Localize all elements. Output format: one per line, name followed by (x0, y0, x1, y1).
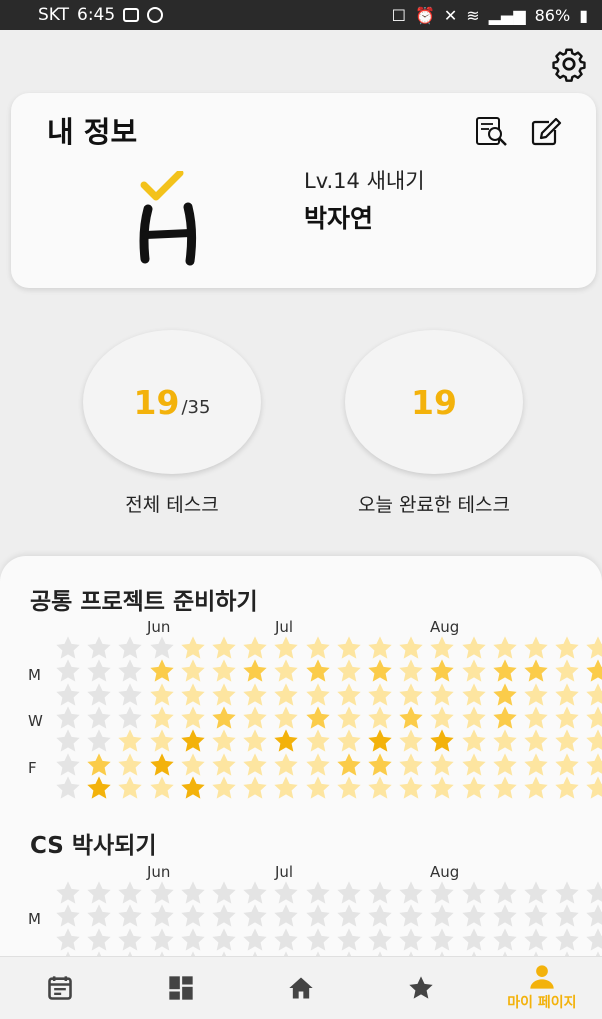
dashboard-icon (168, 976, 193, 1000)
profile-card: 내 정보 Lv.14 새내기 박자연 (11, 93, 596, 288)
search-document-icon (476, 117, 507, 146)
battery-percent: 86% (534, 5, 571, 25)
streak-star (346, 951, 352, 956)
streak-star (524, 776, 548, 799)
streak-star (212, 776, 236, 799)
nav-home[interactable] (241, 957, 361, 1019)
streak-star (56, 776, 80, 799)
nav-dashboard[interactable] (120, 957, 240, 1019)
streak-star (181, 776, 205, 799)
streak-star (315, 951, 320, 956)
streak-star (221, 951, 227, 956)
day-label: M (28, 910, 41, 928)
streak-star (493, 776, 517, 799)
gear-icon (552, 48, 586, 82)
streak-star (243, 776, 267, 799)
streak-star (159, 951, 164, 956)
day-label: F (28, 759, 37, 777)
settings-button[interactable] (549, 44, 589, 84)
nav-favorites[interactable] (361, 957, 481, 1019)
wifi-icon: ≋ (466, 5, 480, 25)
home-icon (289, 977, 313, 999)
dnd-icon (147, 7, 164, 23)
clock: 6:45 (77, 5, 116, 25)
status-bar: SKT 6:45 ☐ ⏰ ✕ ≋ ▂▄▆ 86% ▮ (0, 0, 602, 30)
streak-star (284, 951, 289, 956)
battery-icon: ▮ (579, 5, 588, 25)
streak-star (118, 776, 143, 799)
streak-star (502, 951, 508, 956)
day-label: M (28, 666, 41, 684)
carrier-label: SKT (38, 5, 70, 25)
streak-star (337, 776, 361, 799)
user-name: 박자연 (304, 204, 374, 233)
history-button[interactable] (474, 115, 510, 149)
streak-star (461, 776, 486, 799)
streak-star (274, 776, 299, 799)
streak-star (368, 776, 392, 799)
bottom-nav: 마이 페이지 (0, 956, 602, 1019)
today-task-label: 오늘 완료한 테스크 (358, 494, 510, 516)
streak-star (555, 776, 579, 799)
star-icon (409, 976, 434, 999)
total-task-label: 전체 테스크 (125, 494, 219, 516)
today-task-circle: 19 (345, 330, 523, 474)
card-title: 내 정보 (47, 115, 138, 149)
streak-star (586, 776, 602, 799)
today-task-count: 19 (411, 382, 457, 422)
project-streak-panel: 공통 프로젝트 준비하기 Jun Jul Aug M W F CS 박사되기 J… (0, 556, 602, 956)
edit-button[interactable] (528, 115, 564, 149)
notification-icon: ☐ (391, 5, 406, 25)
app-logo (139, 171, 197, 266)
alarm-icon: ⏰ (414, 5, 435, 25)
streak-star (399, 776, 423, 799)
streak-star (96, 951, 102, 956)
screenshot-icon (123, 8, 140, 22)
streak-star (596, 951, 601, 956)
streak-star (305, 776, 330, 799)
streak-star (440, 951, 445, 956)
streak-star (533, 951, 539, 956)
total-task-count: 19 (133, 382, 180, 422)
streak-star (377, 951, 383, 956)
nav-mypage[interactable]: 마이 페이지 (482, 957, 602, 1019)
project-title[interactable]: 공통 프로젝트 준비하기 (30, 582, 258, 616)
edit-icon (531, 117, 562, 146)
streak-star (87, 776, 111, 799)
nav-calendar[interactable] (0, 957, 120, 1019)
streak-star (252, 951, 258, 956)
streak-star (149, 776, 174, 799)
streak-star (190, 951, 196, 956)
streak-star (471, 951, 476, 956)
streak-star (564, 951, 570, 956)
calendar-icon (48, 976, 72, 1000)
streak-star (408, 951, 414, 956)
total-task-circle: 19 /35 (83, 330, 261, 474)
user-level: Lv.14 새내기 (304, 169, 425, 193)
signal-icon: ▂▄▆ (488, 5, 526, 25)
nav-mypage-label: 마이 페이지 (507, 995, 577, 1011)
mute-icon: ✕ (443, 5, 458, 25)
streak-star (65, 951, 71, 956)
total-task-total: /35 (181, 396, 211, 418)
streak-star (128, 951, 133, 956)
day-label: W (28, 712, 43, 730)
person-icon (530, 965, 554, 989)
project-title[interactable]: CS 박사되기 (30, 826, 157, 860)
streak-star (430, 776, 455, 799)
